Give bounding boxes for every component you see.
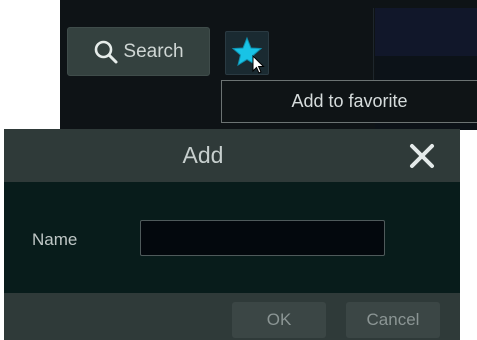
screenshot-stage: Search Add to favorite Add Name OK Cance…	[0, 0, 477, 340]
dialog-body: Name	[4, 182, 460, 293]
name-input[interactable]	[140, 220, 385, 256]
dialog-footer: OK Cancel	[4, 293, 460, 340]
favorite-tooltip: Add to favorite	[221, 80, 477, 123]
search-button-label: Search	[123, 40, 184, 62]
add-favorite-button[interactable]	[225, 31, 269, 75]
dialog-header: Add	[4, 129, 460, 182]
add-dialog: Add Name OK Cancel	[4, 129, 460, 340]
cursor-icon	[252, 54, 265, 74]
name-label: Name	[32, 230, 78, 249]
star-icon	[231, 36, 265, 74]
cancel-button[interactable]: Cancel	[346, 302, 440, 338]
search-button[interactable]: Search	[67, 27, 210, 76]
search-icon	[93, 39, 119, 65]
ok-button[interactable]: OK	[232, 302, 326, 338]
video-panel-header	[375, 8, 477, 56]
dialog-title: Add	[182, 142, 224, 168]
close-icon	[410, 144, 434, 168]
close-button[interactable]	[409, 143, 435, 169]
toolbar-divider	[373, 8, 374, 84]
